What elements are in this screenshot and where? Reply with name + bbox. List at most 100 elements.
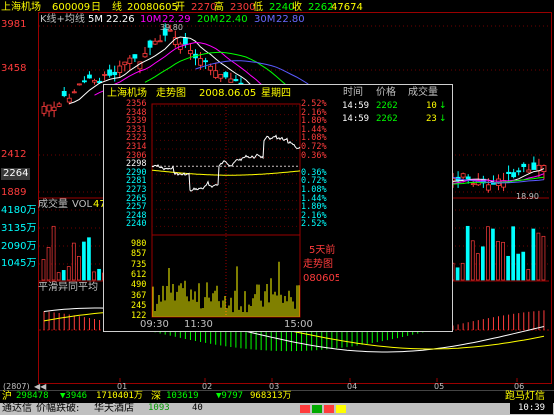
candle-body [122, 61, 128, 66]
volume-bar [61, 270, 66, 281]
volume-bar [506, 255, 510, 281]
candle-body [112, 71, 118, 76]
quote-row-price: 2262 [376, 101, 398, 111]
volume-bar [460, 262, 465, 281]
volume-bar [66, 266, 71, 281]
candle-body [51, 106, 57, 111]
ranking-price: 1093 [148, 403, 170, 413]
quote-row-volume: 23 [426, 114, 437, 124]
candle-body [491, 182, 496, 185]
volume-bar [56, 272, 61, 281]
volume-bar [41, 259, 46, 281]
popup-note-code: 080605 [303, 273, 342, 284]
sz-index: 103619 [166, 391, 199, 401]
volume-bar [491, 228, 495, 281]
time-axis-ticks [119, 378, 518, 382]
quote-row-price: 2262 [376, 114, 398, 124]
candle-body [223, 72, 229, 78]
candle-body [516, 170, 522, 173]
candle-body [107, 69, 113, 76]
indicator-block [324, 405, 334, 413]
volume-bar [521, 251, 526, 281]
quote-row-arrow: ↓ [439, 114, 447, 124]
volume-bar [541, 235, 546, 281]
candle-body [526, 169, 532, 173]
sz-amount: 968313万 [250, 391, 292, 401]
volume-bar [82, 241, 86, 281]
candle-body [485, 184, 491, 191]
quote-row-time: 14:59 [342, 114, 370, 124]
indicator-block [312, 405, 322, 413]
sh-label: 沪 [2, 391, 12, 402]
candle-body [142, 53, 148, 58]
candle-body [203, 60, 209, 63]
candle-body [66, 97, 72, 103]
volume-bar [531, 228, 536, 281]
candle-body [521, 163, 527, 168]
popup-note-trend: 走势图 [303, 259, 333, 270]
candle-body [465, 176, 471, 180]
volume-bar [51, 225, 56, 281]
popup-time-end: 15:00 [284, 319, 313, 330]
quote-row-arrow: ↓ [439, 101, 447, 111]
candle-body [460, 173, 466, 178]
candle-body [82, 80, 87, 83]
volume-bar [496, 241, 500, 281]
candle-body [56, 103, 62, 107]
intraday-chart[interactable] [104, 85, 340, 331]
candle-body [531, 162, 537, 170]
quote-row-volume: 10 [426, 101, 437, 111]
quote-header-price: 价格 [376, 87, 396, 98]
popup-plot-frame [151, 103, 301, 318]
candle-body [213, 70, 219, 78]
volume-bar [71, 242, 76, 281]
candle-body [228, 78, 234, 83]
volume-bar [97, 268, 101, 281]
sz-label: 深 [151, 391, 161, 402]
indicator-block [336, 405, 346, 413]
candle-body [102, 74, 107, 76]
volume-bar [470, 240, 475, 281]
candle-body [87, 74, 92, 79]
candle-body [76, 83, 82, 86]
candle-body [92, 80, 97, 83]
peak-marker-label: 39.80 [160, 23, 183, 32]
volume-bar [526, 269, 531, 281]
volume-bar [486, 226, 490, 281]
sh-change: ▼3946 [60, 391, 88, 401]
status-indicators [300, 405, 370, 413]
clock-box: 10:39 [510, 403, 553, 414]
candle-body [132, 54, 138, 59]
intraday-popup[interactable]: 上海机场 走势图 2008.06.05 星期四 2356 2.52% 2348 2.1… [103, 84, 341, 332]
volume-bar [76, 256, 81, 281]
candle-body [147, 40, 153, 48]
tick-detail-panel[interactable]: 时间 价格 成交量 14:59 2262 10 ↓ 14:59 2262 23 … [339, 84, 453, 332]
indicator-block [300, 405, 310, 413]
candle-body [61, 91, 67, 97]
sz-change: ▼9797 [216, 391, 244, 401]
candle-body [152, 40, 158, 45]
candle-body [127, 57, 133, 64]
ranking-label: 价幅跌破: [36, 403, 80, 414]
popup-time-mid: 11:30 [184, 319, 213, 330]
marquee-label[interactable]: 跑马灯信 [505, 392, 545, 402]
candle-body [46, 104, 52, 112]
candle-body [71, 91, 77, 94]
candle-body [117, 65, 123, 73]
app-name[interactable]: 通达信 [2, 404, 32, 414]
sh-index: 298478 [16, 391, 49, 401]
quote-header-time: 时间 [343, 87, 363, 98]
volume-bar [46, 247, 51, 281]
volume-bar [465, 225, 470, 281]
volume-bar [501, 241, 505, 281]
volume-bar [516, 253, 521, 281]
ranking-volume: 40 [192, 403, 203, 413]
candle-body [41, 106, 47, 114]
quote-row-time: 14:59 [342, 101, 370, 111]
quote-header-volume: 成交量 [408, 87, 438, 98]
popup-time-start: 09:30 [140, 319, 169, 330]
volume-bar [87, 237, 91, 281]
popup-note-days: 5天前 [309, 245, 336, 256]
clock-time: 10:39 [518, 403, 546, 413]
candle-body [506, 171, 512, 175]
